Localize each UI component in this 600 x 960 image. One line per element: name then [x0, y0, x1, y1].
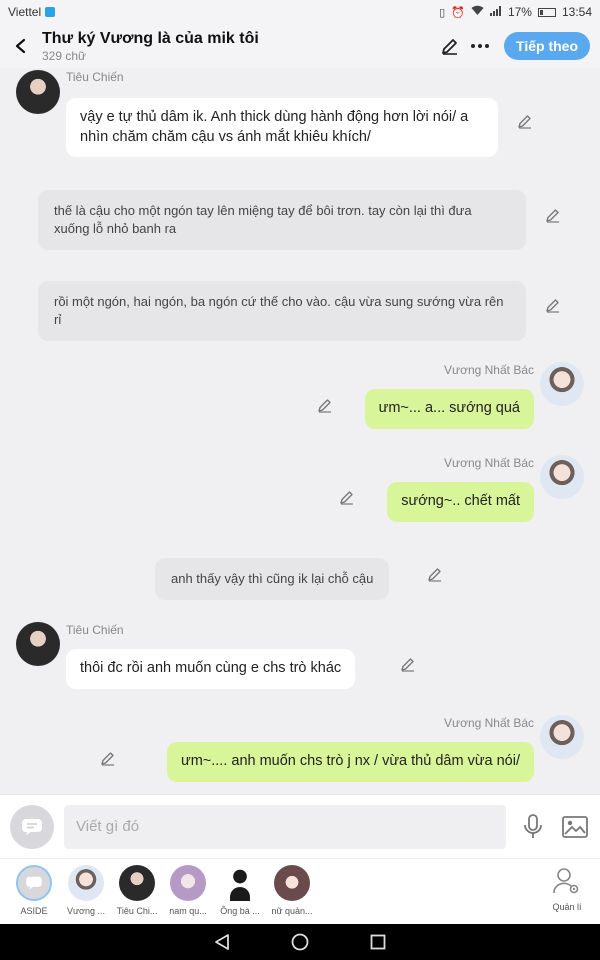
chat-header: Thư ký Vương là của mik tôi 329 chữ Tiếp… — [0, 24, 600, 68]
character-nam-quan-ly[interactable]: nam qu... — [161, 865, 215, 916]
battery-level-fill — [539, 9, 543, 15]
word-count: 329 chữ — [42, 48, 87, 63]
character-label: Tiêu Chi... — [116, 906, 158, 916]
avatar — [170, 865, 206, 901]
circle-home-icon — [291, 933, 309, 951]
character-tieu-chien[interactable]: Tiêu Chi... — [110, 865, 164, 916]
message-bubble[interactable]: thôi đc rồi anh muốn cùng e chs trò khác — [66, 649, 356, 689]
sender-name: Vương Nhất Bác — [444, 363, 534, 377]
chevron-left-icon — [15, 38, 26, 54]
avatar-tieu-chien[interactable] — [16, 622, 60, 666]
header-titles: Thư ký Vương là của mik tôi 329 chữ — [42, 30, 432, 63]
chat-bubble-icon — [26, 876, 42, 890]
avatar — [68, 865, 104, 901]
back-button[interactable] — [10, 35, 32, 57]
battery-icon — [537, 7, 556, 17]
signal-icon — [489, 5, 502, 19]
character-label: nữ quản... — [271, 906, 313, 916]
message-input[interactable] — [64, 804, 506, 849]
avatar — [119, 865, 155, 901]
aside-avatar — [16, 865, 52, 901]
carrier-badge-icon — [45, 7, 56, 17]
avatar — [222, 865, 258, 901]
microphone-icon — [524, 813, 542, 838]
clock: 13:54 — [561, 5, 592, 19]
status-right: ▯ ⏰ 17% 13:54 — [439, 5, 592, 19]
manage-characters-button[interactable]: Quản lí — [540, 865, 594, 912]
nav-back-button[interactable] — [212, 932, 232, 952]
composer — [0, 794, 600, 858]
character-ong-ba[interactable]: Ông bà ... — [213, 865, 267, 916]
character-nu-quan-ly[interactable]: nữ quản... — [265, 865, 319, 916]
message-bubble[interactable]: sướng~.. chết mất — [387, 482, 534, 522]
narration-bubble[interactable]: rồi một ngón, hai ngón, ba ngón cứ thế c… — [38, 281, 526, 342]
sender-name: Tiêu Chiến — [66, 70, 124, 84]
user-settings-icon — [553, 868, 579, 894]
sender-name: Vương Nhất Bác — [444, 716, 534, 730]
battery-percent: 17% — [507, 5, 532, 19]
chat-bubble-icon — [22, 818, 42, 835]
pen-icon — [442, 39, 458, 55]
image-button[interactable] — [560, 812, 590, 842]
character-bar: ASIDE Vương ... Tiêu Chi... nam qu... Ôn… — [0, 858, 600, 924]
message-bubble[interactable]: ưm~.... anh muốn chs trò j nx / vừa thủ … — [166, 742, 534, 782]
message-bubble[interactable]: vậy e tự thủ dâm ik. Anh thick dùng hành… — [66, 98, 498, 158]
edit-message-icon[interactable] — [426, 565, 444, 583]
character-vuong-nhat-bac[interactable]: Vương ... — [59, 865, 113, 916]
chat-area[interactable]: Tiêu Chiến vậy e tự thủ dâm ik. Anh thic… — [0, 68, 600, 794]
character-label: ASIDE — [20, 906, 48, 916]
edit-message-icon[interactable] — [544, 206, 562, 224]
avatar-tieu-chien[interactable] — [16, 70, 60, 114]
image-icon — [562, 815, 588, 838]
nav-recents-button[interactable] — [368, 932, 388, 952]
avatar-vuong-nhat-bac[interactable] — [540, 362, 584, 406]
status-bar: Viettel ▯ ⏰ 17% 13:54 — [0, 0, 600, 24]
avatar — [274, 865, 310, 901]
carrier-label: Viettel — [8, 5, 42, 19]
nav-home-button[interactable] — [290, 932, 310, 952]
next-button[interactable]: Tiếp theo — [504, 32, 590, 60]
character-label: nam qu... — [169, 906, 207, 916]
more-button[interactable] — [468, 34, 492, 58]
avatar-vuong-nhat-bac[interactable] — [540, 455, 584, 499]
edit-message-icon[interactable] — [399, 655, 417, 673]
wifi-icon — [471, 5, 484, 19]
edit-message-icon[interactable] — [544, 296, 562, 314]
edit-message-icon[interactable] — [316, 396, 334, 414]
manage-label: Quản lí — [552, 902, 582, 912]
system-nav-bar — [0, 924, 600, 960]
edit-story-button[interactable] — [438, 34, 462, 58]
edit-message-icon[interactable] — [338, 488, 356, 506]
voice-button[interactable] — [518, 812, 548, 842]
character-label: Vương ... — [67, 906, 105, 916]
character-aside[interactable]: ASIDE — [7, 865, 61, 916]
more-dots-icon — [471, 44, 490, 48]
message-bubble[interactable]: ưm~... a... sướng quá — [364, 389, 534, 429]
sender-name: Tiêu Chiến — [66, 623, 124, 637]
page-title: Thư ký Vương là của mik tôi — [42, 29, 259, 47]
aside-toggle-button[interactable] — [10, 804, 54, 849]
avatar-vuong-nhat-bac[interactable] — [540, 715, 584, 759]
edit-message-icon[interactable] — [99, 749, 117, 767]
narration-bubble[interactable]: thế là cậu cho một ngón tay lên miệng ta… — [38, 190, 526, 251]
character-label: Ông bà ... — [220, 906, 260, 916]
edit-message-icon[interactable] — [516, 112, 534, 130]
alarm-icon: ⏰ — [451, 6, 465, 19]
status-left: Viettel — [8, 5, 56, 19]
sender-name: Vương Nhất Bác — [444, 456, 534, 470]
narration-bubble[interactable]: anh thấy vậy thì cũng ik lại chỗ cậu — [155, 558, 390, 601]
vibrate-icon: ▯ — [439, 6, 446, 19]
square-recents-icon — [370, 934, 386, 950]
triangle-back-icon — [215, 934, 229, 950]
